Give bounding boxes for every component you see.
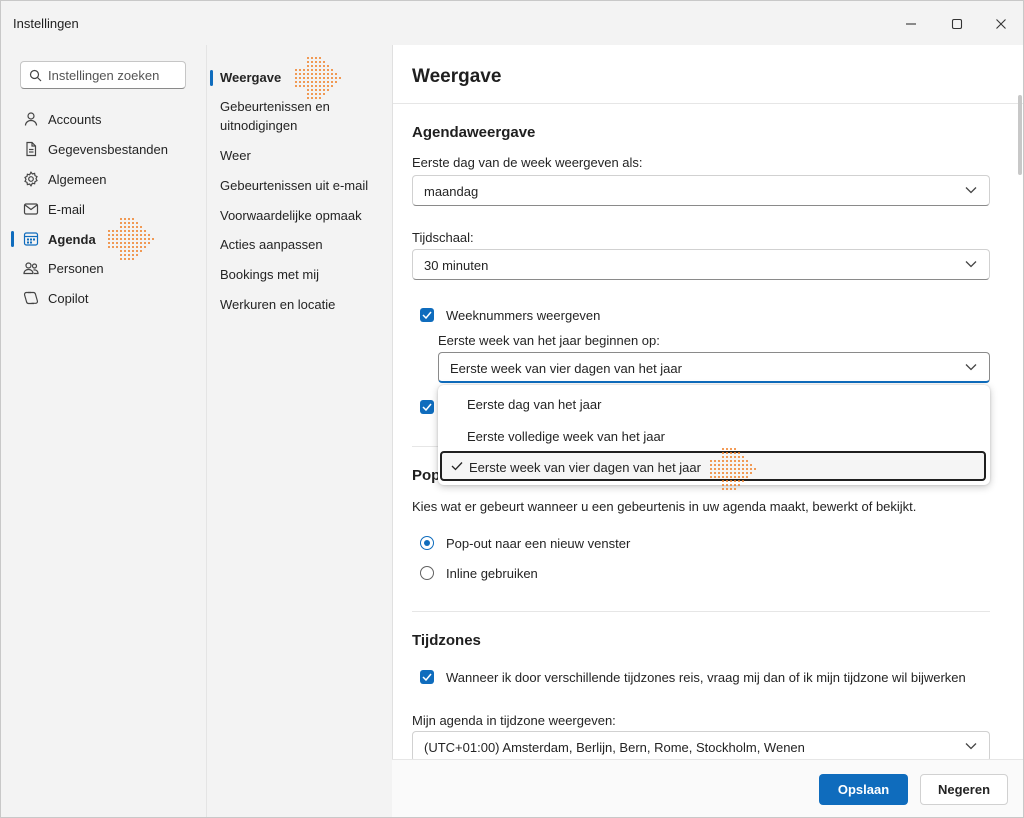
section-heading-agenda: Agendaweergave [412,124,536,141]
subnav-item-events-invitations[interactable]: Gebeurtenissen en uitnodigingen [220,97,380,135]
copilot-icon [21,288,41,308]
nav-active-indicator [11,231,14,247]
radio-popout[interactable] [420,536,434,550]
nav-item-label: Algemeen [48,171,107,187]
chevron-down-icon [965,743,977,750]
section-divider [412,611,990,612]
hidden-option-checkbox[interactable] [420,400,434,414]
timezone-travel-checkbox[interactable] [420,670,434,684]
checkmark-icon [422,673,432,681]
nav-item-email[interactable]: E-mail [15,195,201,223]
subnav-item-customize-actions[interactable]: Acties aanpassen [220,235,380,254]
scrollbar-thumb[interactable] [1018,95,1022,175]
nav-item-people[interactable]: Personen [15,254,201,282]
dropdown-option[interactable]: Eerste volledige week van het jaar [438,420,990,451]
mail-icon [21,199,41,219]
nav-item-label: Agenda [48,231,96,247]
first-day-label: Eerste dag van de week weergeven als: [412,155,643,170]
close-icon [996,19,1006,29]
document-icon [21,139,41,159]
minimize-button[interactable] [894,11,928,37]
subnav-item-work-hours[interactable]: Werkuren en locatie [220,295,380,314]
dropdown-option-label: Eerste dag van het jaar [467,397,602,412]
timezone-select-label: Mijn agenda in tijdzone weergeven: [412,713,616,728]
checkmark-icon [451,462,463,471]
week-start-value: Eerste week van vier dagen van het jaar [450,361,682,376]
cancel-button[interactable]: Negeren [920,774,1008,805]
subnav-item-bookings[interactable]: Bookings met mij [220,265,380,284]
subnav-item-events-from-email[interactable]: Gebeurtenissen uit e-mail [220,176,380,195]
checkmark-icon [422,403,432,411]
timescale-select[interactable]: 30 minuten [412,249,990,280]
popout-description: Kies wat er gebeurt wanneer u een gebeur… [412,499,917,514]
timescale-label: Tijdschaal: [412,230,474,245]
section-heading-popout: Pop [412,467,441,484]
dropdown-option-selected[interactable]: Eerste week van vier dagen van het jaar [440,451,986,481]
subsection-nav: Weergave Gebeurtenissen en uitnodigingen… [206,45,393,817]
minimize-icon [906,23,916,25]
nav-item-general[interactable]: Algemeen [15,165,201,193]
nav-item-data-files[interactable]: Gegevensbestanden [15,135,201,163]
radio-inline[interactable] [420,566,434,580]
chevron-down-icon [965,261,977,268]
subnav-item-conditional-formatting[interactable]: Voorwaardelijke opmaak [220,206,380,225]
nav-item-label: E-mail [48,201,85,217]
content-header: Weergave [393,45,1023,104]
search-box[interactable] [20,61,186,89]
close-button[interactable] [984,11,1018,37]
nav-item-accounts[interactable]: Accounts [15,105,201,133]
timezone-select[interactable]: (UTC+01:00) Amsterdam, Berlijn, Bern, Ro… [412,731,990,762]
timezone-value: (UTC+01:00) Amsterdam, Berlijn, Bern, Ro… [424,740,805,755]
save-button[interactable]: Opslaan [819,774,908,805]
page-title: Weergave [412,66,502,87]
calendar-icon [21,229,41,249]
people-icon [21,258,41,278]
first-day-value: maandag [424,184,479,199]
maximize-button[interactable] [940,11,974,37]
week-start-select[interactable]: Eerste week van vier dagen van het jaar [438,352,990,383]
dropdown-option[interactable]: Eerste dag van het jaar [438,388,990,419]
dialog-footer: Opslaan Negeren [392,759,1023,817]
radio-popout-label: Pop-out naar een nieuw venster [446,536,631,551]
week-numbers-checkbox[interactable] [420,308,434,322]
checkmark-icon [422,311,432,319]
nav-item-label: Copilot [48,290,89,306]
first-day-select[interactable]: maandag [412,175,990,206]
week-start-dropdown-list: Eerste dag van het jaar Eerste volledige… [438,385,990,491]
settings-window: Instellingen Accounts Gegevensbestanden … [0,0,1024,818]
nav-item-label: Gegevensbestanden [48,141,168,157]
window-title: Instellingen [13,16,79,31]
timezone-travel-label: Wanneer ik door verschillende tijdzones … [446,670,966,685]
dropdown-option-label: Eerste week van vier dagen van het jaar [469,460,701,475]
timescale-value: 30 minuten [424,258,489,273]
search-icon [29,69,42,82]
search-input[interactable] [48,65,180,85]
nav-item-copilot[interactable]: Copilot [15,284,201,312]
section-heading-timezones: Tijdzones [412,632,481,649]
dropdown-option-label: Eerste volledige week van het jaar [467,429,666,444]
maximize-icon [951,18,963,30]
settings-nav: Accounts Gegevensbestanden Algemeen E-ma… [1,45,206,817]
title-bar: Instellingen [1,1,1023,45]
radio-inline-label: Inline gebruiken [446,566,538,581]
chevron-down-icon [965,364,977,371]
chevron-down-icon [965,187,977,194]
gear-icon [21,169,41,189]
subnav-active-indicator [210,70,213,86]
week-start-label: Eerste week van het jaar beginnen op: [438,333,660,348]
person-icon [21,109,41,129]
week-numbers-label: Weeknummers weergeven [446,308,601,323]
subnav-item-weather[interactable]: Weer [220,146,380,165]
nav-item-label: Personen [48,260,104,276]
nav-item-label: Accounts [48,111,102,127]
